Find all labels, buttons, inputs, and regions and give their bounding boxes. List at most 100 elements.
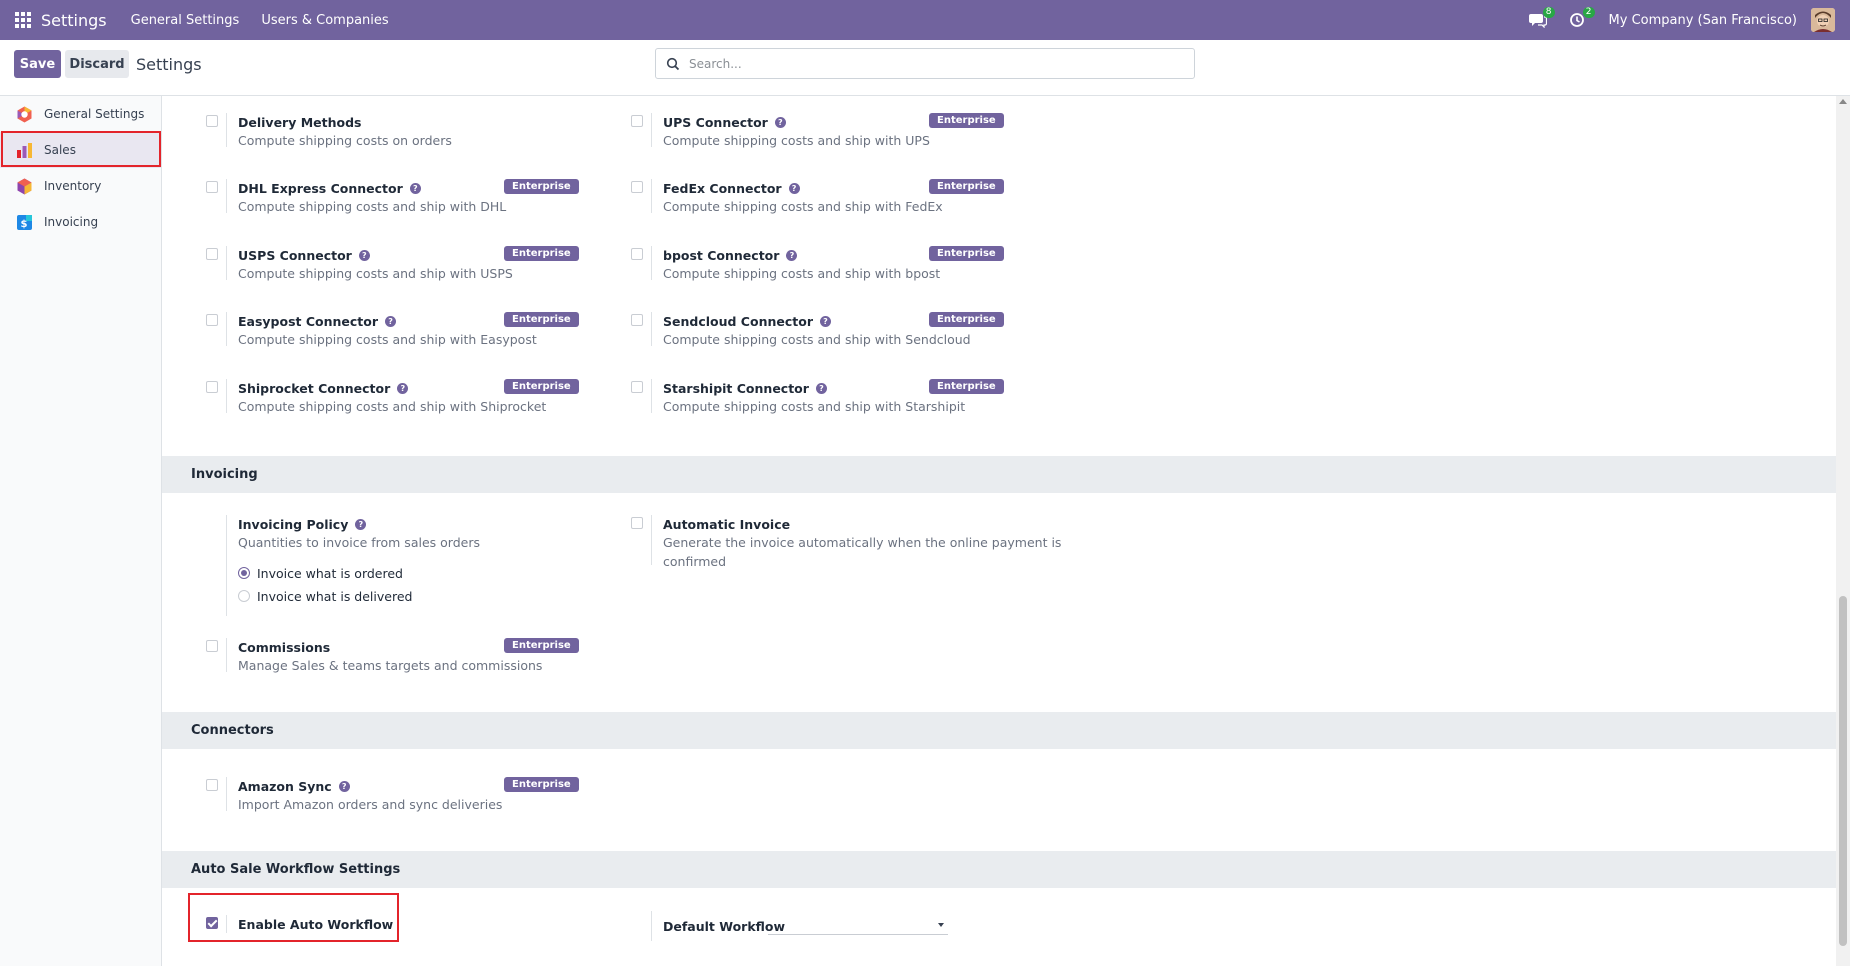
enterprise-badge[interactable]: Enterprise (929, 379, 1004, 394)
setting-description: Quantities to invoice from sales orders (238, 535, 480, 550)
setting-checkbox[interactable] (206, 314, 218, 326)
setting-checkbox[interactable] (631, 381, 643, 393)
search-icon (666, 57, 680, 70)
help-icon[interactable]: ? (358, 250, 370, 261)
help-icon[interactable]: ? (819, 316, 831, 327)
enterprise-badge[interactable]: Enterprise (504, 379, 579, 394)
inventory-app-icon (17, 178, 32, 194)
setting-title: DHL Express Connector? (238, 181, 421, 196)
search-box[interactable] (655, 48, 1195, 79)
search-input[interactable] (689, 56, 1169, 71)
content-scrollbar[interactable] (1836, 96, 1850, 966)
enterprise-badge[interactable]: Enterprise (504, 777, 579, 792)
setting-title: USPS Connector? (238, 248, 370, 263)
menu-general-settings[interactable]: General Settings (131, 13, 240, 28)
help-icon[interactable]: ? (397, 383, 409, 394)
setting-divider (226, 515, 227, 616)
setting-divider (226, 312, 227, 346)
enterprise-badge[interactable]: Enterprise (929, 246, 1004, 261)
company-switcher[interactable]: My Company (San Francisco) (1609, 13, 1797, 28)
section-header-invoicing: Invoicing (162, 456, 1836, 493)
setting-divider (226, 113, 227, 147)
sidebar-item-invoicing[interactable]: $ Invoicing (0, 204, 161, 240)
help-icon[interactable]: ? (815, 383, 827, 394)
section-title: Invoicing (191, 467, 258, 482)
setting-divider (651, 246, 652, 280)
sidebar-item-label: Inventory (44, 179, 102, 193)
setting-checkbox[interactable] (631, 248, 643, 260)
svg-text:$: $ (21, 219, 28, 230)
discard-button[interactable]: Discard (65, 50, 129, 78)
setting-divider (651, 113, 652, 147)
enterprise-badge[interactable]: Enterprise (929, 312, 1004, 327)
menu-users-companies[interactable]: Users & Companies (261, 13, 388, 28)
messages-badge: 8 (1542, 7, 1555, 18)
messages-icon[interactable]: 8 (1528, 7, 1555, 29)
setting-description: Manage Sales & teams targets and commiss… (238, 658, 543, 673)
setting-description: Compute shipping costs and ship with DHL (238, 199, 507, 214)
setting-divider (226, 246, 227, 280)
setting-checkbox[interactable] (206, 381, 218, 393)
help-icon[interactable]: ? (338, 781, 350, 792)
radio-invoice-ordered[interactable] (238, 567, 250, 579)
section-title: Auto Sale Workflow Settings (191, 862, 401, 877)
automatic-invoice-checkbox[interactable] (631, 517, 643, 529)
setting-checkbox[interactable] (631, 314, 643, 326)
setting-title: Starshipit Connector? (663, 381, 827, 396)
commissions-checkbox[interactable] (206, 640, 218, 652)
help-icon[interactable]: ? (788, 183, 800, 194)
chevron-down-icon (938, 923, 944, 927)
help-icon[interactable]: ? (786, 250, 798, 261)
setting-checkbox[interactable] (631, 181, 643, 193)
sales-highlight-box (1, 131, 161, 167)
enterprise-badge[interactable]: Enterprise (504, 312, 579, 327)
setting-checkbox[interactable] (631, 115, 643, 127)
setting-description: Compute shipping costs and ship with bpo… (663, 266, 941, 281)
setting-divider (226, 638, 227, 672)
setting-title: UPS Connector? (663, 115, 786, 130)
scroll-up-arrow[interactable] (1839, 99, 1847, 104)
activities-icon[interactable]: 2 (1569, 7, 1595, 28)
setting-checkbox[interactable] (206, 248, 218, 260)
apps-menu-icon[interactable] (15, 12, 31, 28)
radio-label-invoice-delivered[interactable]: Invoice what is delivered (257, 589, 412, 604)
setting-checkbox[interactable] (206, 181, 218, 193)
invoicing-app-icon: $ (17, 214, 32, 230)
app-name[interactable]: Settings (41, 11, 107, 30)
setting-description: Compute shipping costs on orders (238, 133, 452, 148)
radio-invoice-delivered[interactable] (238, 590, 250, 602)
setting-title: Delivery Methods (238, 115, 362, 130)
enterprise-badge[interactable]: Enterprise (504, 179, 579, 194)
setting-description: Compute shipping costs and ship with Sen… (663, 332, 971, 347)
user-avatar[interactable] (1811, 8, 1835, 32)
setting-description: Compute shipping costs and ship with USP… (238, 266, 513, 281)
save-button[interactable]: Save (14, 50, 61, 78)
setting-title: FedEx Connector? (663, 181, 800, 196)
help-icon[interactable]: ? (409, 183, 421, 194)
setting-divider (226, 777, 227, 811)
sidebar-item-label: General Settings (44, 107, 145, 121)
section-header-auto-workflow: Auto Sale Workflow Settings (162, 851, 1836, 888)
help-icon[interactable]: ? (774, 117, 786, 128)
radio-label-invoice-ordered[interactable]: Invoice what is ordered (257, 566, 403, 581)
help-icon[interactable]: ? (385, 316, 397, 327)
setting-description: Compute shipping costs and ship with Shi… (238, 399, 547, 414)
default-workflow-select[interactable] (768, 915, 948, 935)
enterprise-badge[interactable]: Enterprise (504, 638, 579, 653)
enterprise-badge[interactable]: Enterprise (504, 246, 579, 261)
help-icon[interactable]: ? (355, 519, 367, 530)
setting-title: Commissions (238, 640, 331, 655)
setting-divider (226, 179, 227, 213)
enterprise-badge[interactable]: Enterprise (929, 113, 1004, 128)
enterprise-badge[interactable]: Enterprise (929, 179, 1004, 194)
scroll-thumb[interactable] (1839, 596, 1847, 946)
setting-checkbox[interactable] (206, 115, 218, 127)
amazon-sync-checkbox[interactable] (206, 779, 218, 791)
setting-divider (651, 911, 652, 941)
setting-divider (651, 379, 652, 413)
setting-divider (226, 379, 227, 413)
sidebar-item-inventory[interactable]: Inventory (0, 168, 161, 204)
setting-divider (651, 179, 652, 213)
setting-title: Shiprocket Connector? (238, 381, 409, 396)
sidebar-item-general-settings[interactable]: General Settings (0, 96, 161, 132)
